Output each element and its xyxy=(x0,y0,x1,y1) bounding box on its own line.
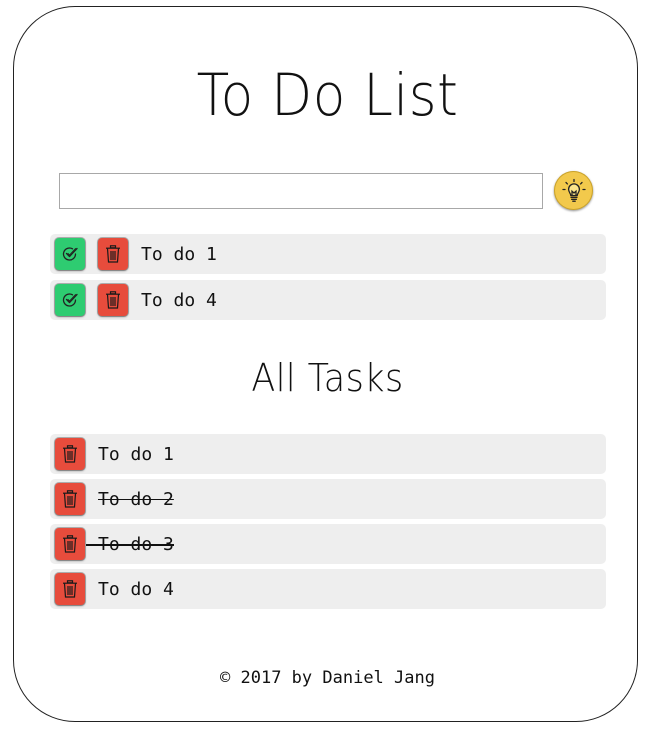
delete-button[interactable] xyxy=(98,238,128,270)
delete-button[interactable] xyxy=(55,573,85,605)
check-icon xyxy=(62,247,78,261)
complete-button[interactable] xyxy=(55,238,85,270)
delete-button[interactable] xyxy=(98,284,128,316)
page-title: To Do List xyxy=(196,61,459,129)
active-task-row: To do 4 xyxy=(50,280,606,320)
footer-copyright: © 2017 by Daniel Jang xyxy=(220,668,435,688)
all-task-row: To do 2 xyxy=(50,479,606,519)
all-task-row: To do 3 xyxy=(50,524,606,564)
active-task-list: To do 1 To do 4 xyxy=(50,234,606,326)
check-icon xyxy=(62,293,78,307)
all-task-row: To do 4 xyxy=(50,569,606,609)
add-task-button[interactable] xyxy=(554,171,593,210)
lightbulb-icon xyxy=(561,178,586,202)
delete-button[interactable] xyxy=(55,483,85,515)
trash-icon xyxy=(63,535,77,553)
delete-button[interactable] xyxy=(55,528,85,560)
all-tasks-heading: All Tasks xyxy=(251,356,404,400)
trash-icon xyxy=(63,580,77,598)
task-label: To do 4 xyxy=(141,289,217,311)
active-task-row: To do 1 xyxy=(50,234,606,274)
delete-button[interactable] xyxy=(55,438,85,470)
task-label-completed: To do 3 xyxy=(86,533,174,555)
task-label-completed: To do 2 xyxy=(98,488,174,510)
trash-icon xyxy=(106,245,120,263)
task-label: To do 1 xyxy=(98,443,174,465)
all-task-row: To do 1 xyxy=(50,434,606,474)
complete-button[interactable] xyxy=(55,284,85,316)
task-label: To do 4 xyxy=(98,578,174,600)
all-task-list: To do 1 To do 2 To do 3 To do 4 xyxy=(50,434,606,614)
trash-icon xyxy=(63,445,77,463)
trash-icon xyxy=(106,291,120,309)
task-label: To do 1 xyxy=(141,243,217,265)
task-input[interactable] xyxy=(59,173,543,209)
trash-icon xyxy=(63,490,77,508)
